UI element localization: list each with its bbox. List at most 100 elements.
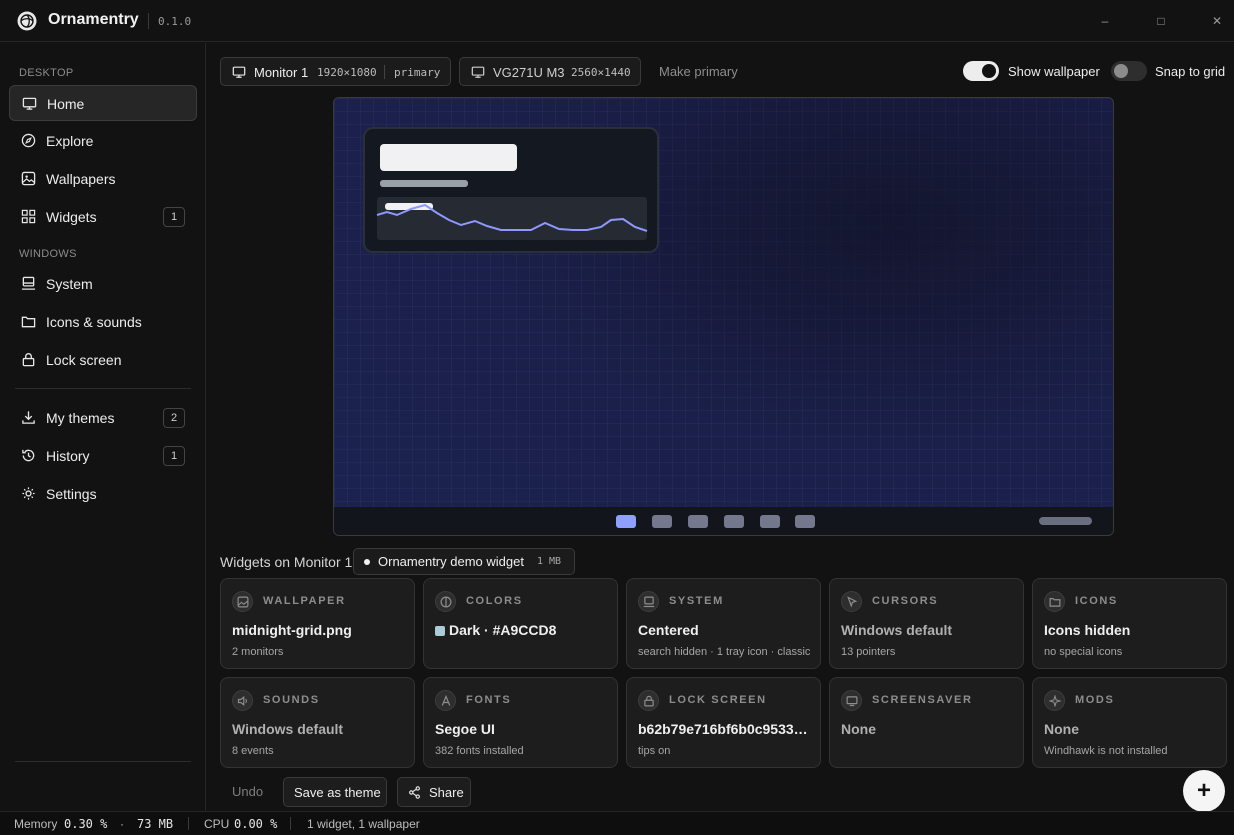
count-badge: 2 bbox=[163, 408, 185, 428]
toggle-knob bbox=[1114, 64, 1128, 78]
undo-button[interactable]: Undo bbox=[232, 784, 263, 799]
snap-to-grid-toggle[interactable] bbox=[1111, 61, 1147, 81]
show-wallpaper-label: Show wallpaper bbox=[1008, 64, 1100, 79]
maximize-icon: □ bbox=[1157, 14, 1165, 28]
minimize-button[interactable]: – bbox=[1095, 11, 1115, 31]
title-bar: Ornamentry 0.1.0 – □ ✕ bbox=[0, 0, 1234, 42]
taskbar-app-icon bbox=[795, 515, 815, 528]
tab-divider bbox=[384, 65, 385, 79]
lock-icon bbox=[638, 690, 659, 711]
plus-icon: + bbox=[1196, 777, 1211, 804]
sidebar-item-home[interactable]: Home bbox=[9, 85, 197, 121]
monitor-tab-1[interactable]: Monitor 1 1920×1080 primary bbox=[220, 57, 451, 86]
card-value: Windows default bbox=[841, 622, 953, 638]
status-divider bbox=[188, 817, 189, 830]
sidebar-item-system[interactable]: System bbox=[9, 266, 197, 302]
card-fonts[interactable]: FONTS Segoe UI 382 fonts installed bbox=[423, 677, 618, 768]
title-divider bbox=[148, 13, 149, 29]
save-as-theme-label: Save as theme bbox=[294, 785, 381, 800]
minimize-icon: – bbox=[1101, 14, 1109, 28]
card-wallpaper[interactable]: WALLPAPER midnight-grid.png 2 monitors bbox=[220, 578, 415, 669]
share-button[interactable]: Share bbox=[397, 777, 471, 807]
sidebar-item-icons-sounds[interactable]: Icons & sounds bbox=[9, 304, 197, 340]
monitor-tab-2[interactable]: VG271U M3 2560×1440 bbox=[459, 57, 641, 86]
status-bar: Memory 0.30 % · 73 MB CPU 0.00 % 1 widge… bbox=[0, 811, 1234, 835]
sidebar-item-wallpapers[interactable]: Wallpapers bbox=[9, 161, 197, 197]
sidebar-item-label: Explore bbox=[46, 133, 94, 149]
desktop-preview[interactable] bbox=[333, 97, 1114, 536]
card-mods[interactable]: MODS None Windhawk is not installed bbox=[1032, 677, 1227, 768]
card-value: Icons hidden bbox=[1044, 622, 1131, 638]
card-sounds[interactable]: SOUNDS Windows default 8 events bbox=[220, 677, 415, 768]
card-screensaver[interactable]: SCREENSAVER None bbox=[829, 677, 1024, 768]
card-value: None bbox=[1044, 721, 1079, 737]
taskbar-app-icon bbox=[724, 515, 744, 528]
close-icon: ✕ bbox=[1211, 14, 1223, 28]
close-button[interactable]: ✕ bbox=[1207, 11, 1227, 31]
card-cursors[interactable]: CURSORS Windows default 13 pointers bbox=[829, 578, 1024, 669]
card-category: SOUNDS bbox=[263, 694, 320, 706]
cursor-icon bbox=[841, 591, 862, 612]
monitor-icon bbox=[232, 66, 246, 78]
card-colors[interactable]: COLORS Dark · #A9CCD8 bbox=[423, 578, 618, 669]
sidebar-divider bbox=[15, 761, 191, 762]
card-lock-screen[interactable]: LOCK SCREEN b62b79e716bf6b0c9533af… tips… bbox=[626, 677, 821, 768]
memory-label: Memory bbox=[14, 817, 58, 831]
card-value: Centered bbox=[638, 622, 699, 638]
compass-icon bbox=[21, 133, 36, 148]
sidebar-item-label: Wallpapers bbox=[46, 171, 116, 187]
widget-title-placeholder bbox=[380, 144, 517, 171]
sidebar-item-my-themes[interactable]: My themes 2 bbox=[9, 400, 197, 436]
sidebar-item-explore[interactable]: Explore bbox=[9, 123, 197, 159]
make-primary-button[interactable]: Make primary bbox=[659, 64, 738, 79]
card-category: WALLPAPER bbox=[263, 595, 346, 607]
sidebar-item-label: Lock screen bbox=[46, 352, 122, 368]
memory-percent: 0.30 % bbox=[64, 817, 108, 831]
sidebar-item-widgets[interactable]: Widgets 1 bbox=[9, 199, 197, 235]
sidebar-item-label: Icons & sounds bbox=[46, 314, 142, 330]
card-value-text: Dark · #A9CCD8 bbox=[449, 622, 557, 638]
status-summary: 1 widget, 1 wallpaper bbox=[307, 817, 420, 831]
laptop-icon bbox=[638, 591, 659, 612]
widget-subtitle-placeholder bbox=[380, 180, 468, 187]
card-value: Dark · #A9CCD8 bbox=[435, 622, 611, 638]
snap-to-grid-label: Snap to grid bbox=[1155, 64, 1226, 79]
sidebar-item-history[interactable]: History 1 bbox=[9, 438, 197, 474]
sidebar-item-settings[interactable]: Settings bbox=[9, 476, 197, 512]
widget-preview-card[interactable] bbox=[363, 127, 659, 253]
card-detail: search hidden · 1 tray icon · classic bbox=[638, 646, 811, 658]
count-badge: 1 bbox=[163, 207, 185, 227]
show-wallpaper-toggle[interactable] bbox=[963, 61, 999, 81]
card-detail: 13 pointers bbox=[841, 646, 896, 658]
lock-icon bbox=[22, 353, 35, 367]
sidebar-item-label: Home bbox=[47, 96, 85, 112]
history-icon bbox=[22, 449, 35, 462]
maximize-button[interactable]: □ bbox=[1151, 11, 1171, 31]
count-badge: 1 bbox=[163, 446, 185, 466]
sidebar-item-lock-screen[interactable]: Lock screen bbox=[9, 342, 197, 378]
add-button[interactable]: + bbox=[1183, 770, 1225, 812]
app-version: 0.1.0 bbox=[158, 15, 192, 28]
save-as-theme-button[interactable]: Save as theme bbox=[283, 777, 387, 807]
monitor-name: Monitor 1 bbox=[254, 65, 309, 80]
monitor-name: VG271U M3 bbox=[493, 65, 565, 80]
folder-icon bbox=[1044, 591, 1065, 612]
widget-sparkline bbox=[376, 203, 648, 232]
card-value: b62b79e716bf6b0c9533af… bbox=[638, 721, 814, 737]
card-icons[interactable]: ICONS Icons hidden no special icons bbox=[1032, 578, 1227, 669]
sparkle-icon bbox=[1044, 690, 1065, 711]
cpu-percent: 0.00 % bbox=[234, 817, 278, 831]
card-system[interactable]: SYSTEM Centered search hidden · 1 tray i… bbox=[626, 578, 821, 669]
folder-icon bbox=[21, 316, 36, 328]
widget-chip-size: 1 MB bbox=[537, 556, 562, 567]
taskbar-app-icon bbox=[616, 515, 636, 528]
monitor-icon bbox=[22, 97, 37, 110]
card-category: ICONS bbox=[1075, 595, 1118, 607]
card-detail: tips on bbox=[638, 745, 671, 757]
contrast-icon bbox=[435, 591, 456, 612]
widget-chip[interactable]: Ornamentry demo widget 1 MB bbox=[353, 548, 575, 575]
section-label-desktop: DESKTOP bbox=[19, 67, 74, 79]
status-divider bbox=[290, 817, 291, 830]
monitor-resolution: 2560×1440 bbox=[571, 66, 631, 79]
cpu-label: CPU bbox=[204, 817, 230, 831]
